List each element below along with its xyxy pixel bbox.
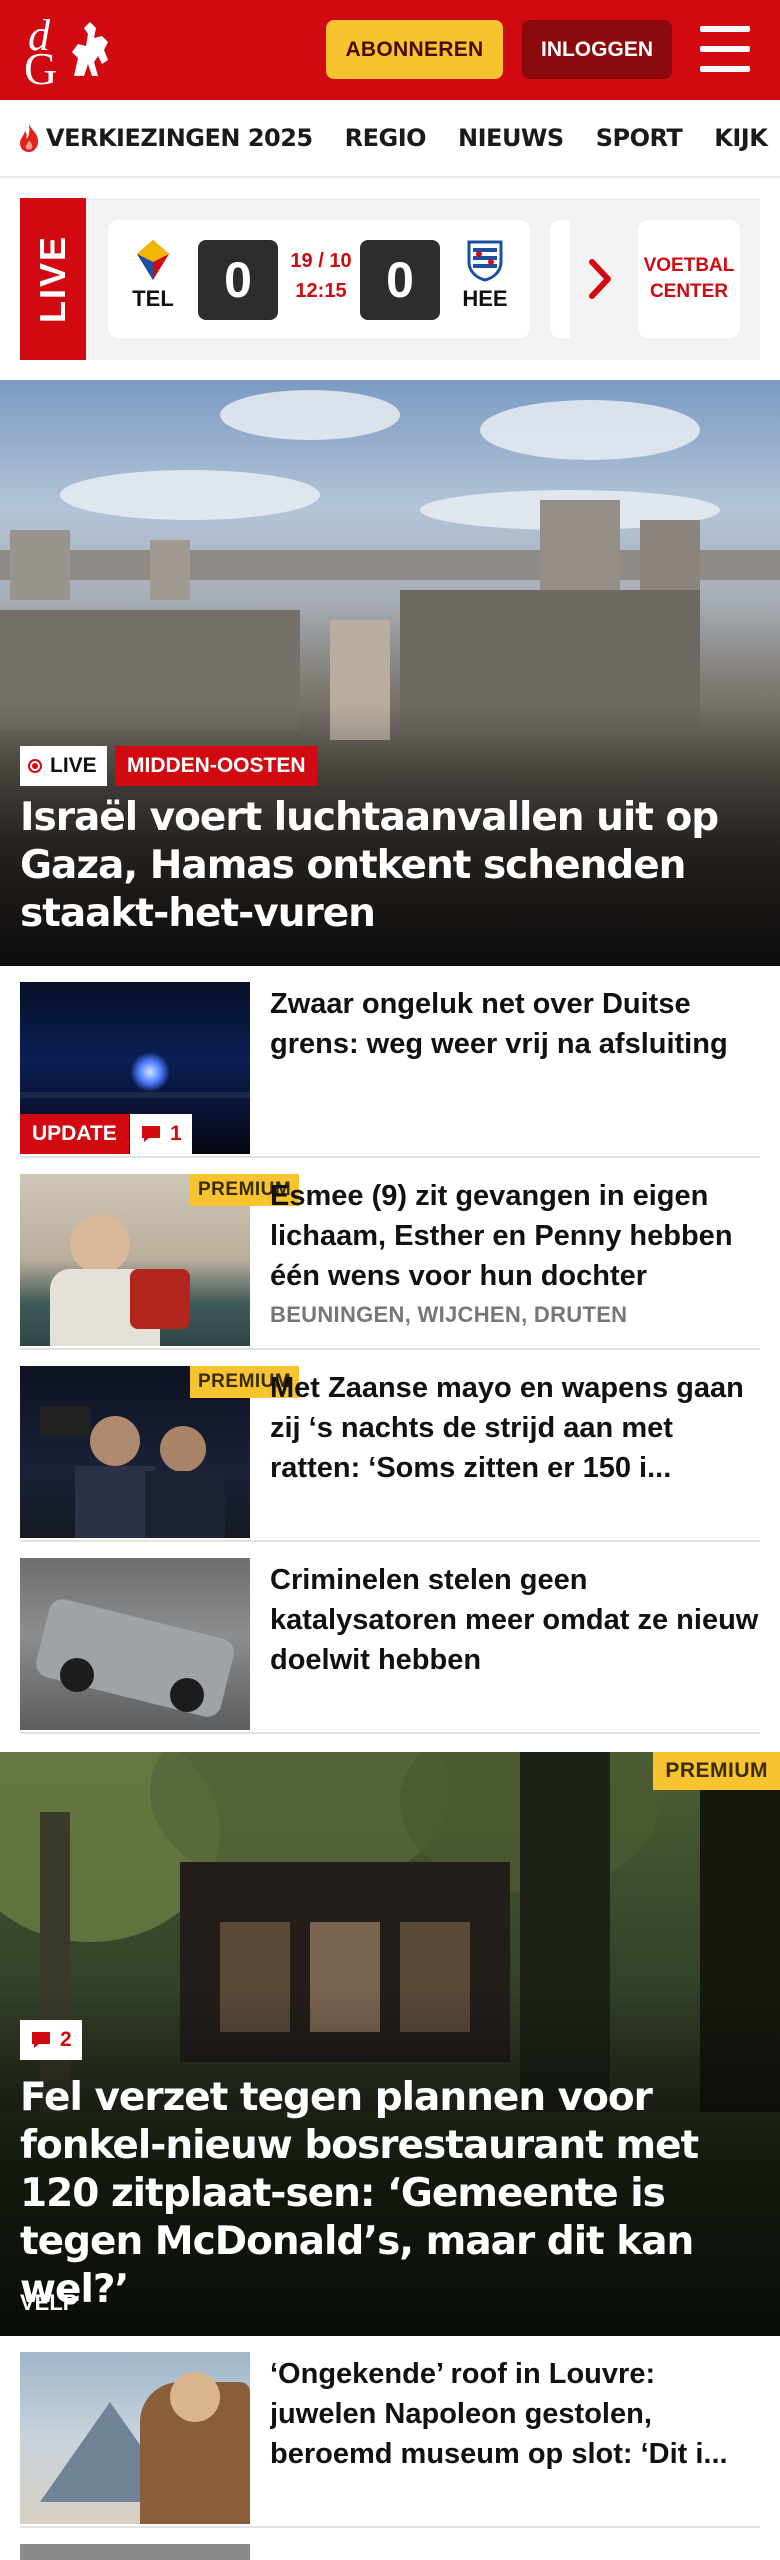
flame-icon [20, 124, 39, 152]
live-badge: LIVE [20, 746, 107, 786]
voetbal-center-link[interactable]: VOETBAL CENTER [638, 220, 740, 338]
site-logo[interactable]: d G [22, 11, 118, 94]
comment-count-badge[interactable]: 2 [20, 2020, 82, 2060]
next-match-card-peek[interactable] [550, 220, 570, 338]
home-team: TEL [126, 238, 180, 312]
article-title[interactable]: Zwaar ongeluk net over Duitse grens: weg… [270, 984, 760, 1064]
away-team-crest-icon [467, 240, 503, 282]
away-team: HEE [458, 238, 512, 312]
comment-count: 1 [170, 1122, 182, 1145]
nav-item-regio[interactable]: REGIO [345, 124, 427, 152]
menu-icon[interactable] [700, 26, 750, 72]
away-team-abbr: HEE [462, 286, 508, 311]
list-item[interactable]: PREMIUM Esmee (9) zit gevangen in eigen … [20, 1158, 760, 1350]
match-card[interactable]: TEL 0 19 / 10 12:15 0 HEE [108, 220, 530, 338]
premium-badge: PREMIUM [653, 1752, 780, 1790]
article-location: BEUNINGEN, WIJCHEN, DRUTEN [270, 1302, 628, 1327]
hero-article[interactable]: LIVE MIDDEN-OOSTEN Israël voert luchtaan… [0, 380, 780, 966]
home-score: 0 [198, 240, 278, 320]
comment-icon [32, 2032, 50, 2048]
match-datetime: 19 / 10 12:15 [286, 246, 356, 306]
live-tag: LIVE [20, 198, 86, 360]
nav-item-sport[interactable]: SPORT [596, 124, 683, 152]
nav-item-kijk[interactable]: KIJK [714, 124, 768, 152]
update-badge: UPDATE [20, 1114, 129, 1154]
login-button[interactable]: INLOGGEN [522, 20, 672, 79]
live-badge-label: LIVE [50, 754, 97, 777]
article-title[interactable]: Esmee (9) zit gevangen in eigen lichaam,… [270, 1176, 760, 1296]
list-item[interactable]: UPDATE 1 Zwaar ongeluk net over Duitse g… [20, 966, 760, 1158]
match-time: 12:15 [295, 280, 347, 302]
feature-location: VELP [20, 2290, 78, 2315]
nav-item-verkiezingen[interactable]: VERKIEZINGEN 2025 [18, 123, 313, 153]
chevron-right-icon[interactable] [586, 256, 614, 302]
match-date: 19 / 10 [290, 250, 352, 272]
article-title[interactable]: Met Zaanse mayo en wapens gaan zij ‘s na… [270, 1368, 760, 1488]
feature-article[interactable]: PREMIUM 2 Fel verzet tegen plannen voor … [0, 1752, 780, 2336]
main-nav: VERKIEZINGEN 2025 REGIO NIEUWS SPORT KIJ… [0, 100, 780, 178]
article-thumbnail [20, 1558, 250, 1730]
live-dot-icon [28, 759, 42, 773]
list-item[interactable]: ‘Ongekende’ roof in Louvre: juwelen Napo… [20, 2336, 760, 2528]
subscribe-button[interactable]: ABONNEREN [326, 20, 503, 79]
live-scores-bar: LIVE TEL 0 19 / 10 12:15 0 HEE VOETBAL C… [20, 198, 760, 360]
hero-title[interactable]: Israël voert luchtaanvallen uit op Gaza,… [20, 794, 760, 938]
article-thumbnail-partial [20, 2544, 250, 2560]
home-team-crest-icon [137, 240, 169, 280]
category-badge[interactable]: MIDDEN-OOSTEN [115, 746, 318, 786]
comment-count: 2 [60, 2028, 72, 2051]
list-item[interactable]: Criminelen stelen geen katalysatoren mee… [20, 1542, 760, 1734]
nav-item-label: VERKIEZINGEN 2025 [46, 124, 313, 152]
voetbal-center-line2: CENTER [649, 281, 729, 302]
feature-title[interactable]: Fel verzet tegen plannen voor fonkel-nie… [20, 2074, 765, 2314]
horse-rider-icon [72, 22, 108, 76]
away-score: 0 [360, 240, 440, 320]
article-title[interactable]: ‘Ongekende’ roof in Louvre: juwelen Napo… [270, 2354, 760, 2474]
list-item[interactable]: PREMIUM Met Zaanse mayo en wapens gaan z… [20, 1350, 760, 1542]
logo-letter-g: G [24, 43, 58, 94]
nav-item-nieuws[interactable]: NIEUWS [458, 124, 564, 152]
article-thumbnail [20, 2352, 250, 2524]
comment-count-badge[interactable]: 1 [130, 1114, 192, 1154]
home-team-abbr: TEL [132, 286, 174, 311]
article-title[interactable]: Criminelen stelen geen katalysatoren mee… [270, 1560, 760, 1680]
site-header: d G ABONNEREN INLOGGEN [0, 0, 780, 100]
voetbal-center-line1: VOETBAL [643, 255, 735, 276]
comment-icon [142, 1126, 160, 1142]
